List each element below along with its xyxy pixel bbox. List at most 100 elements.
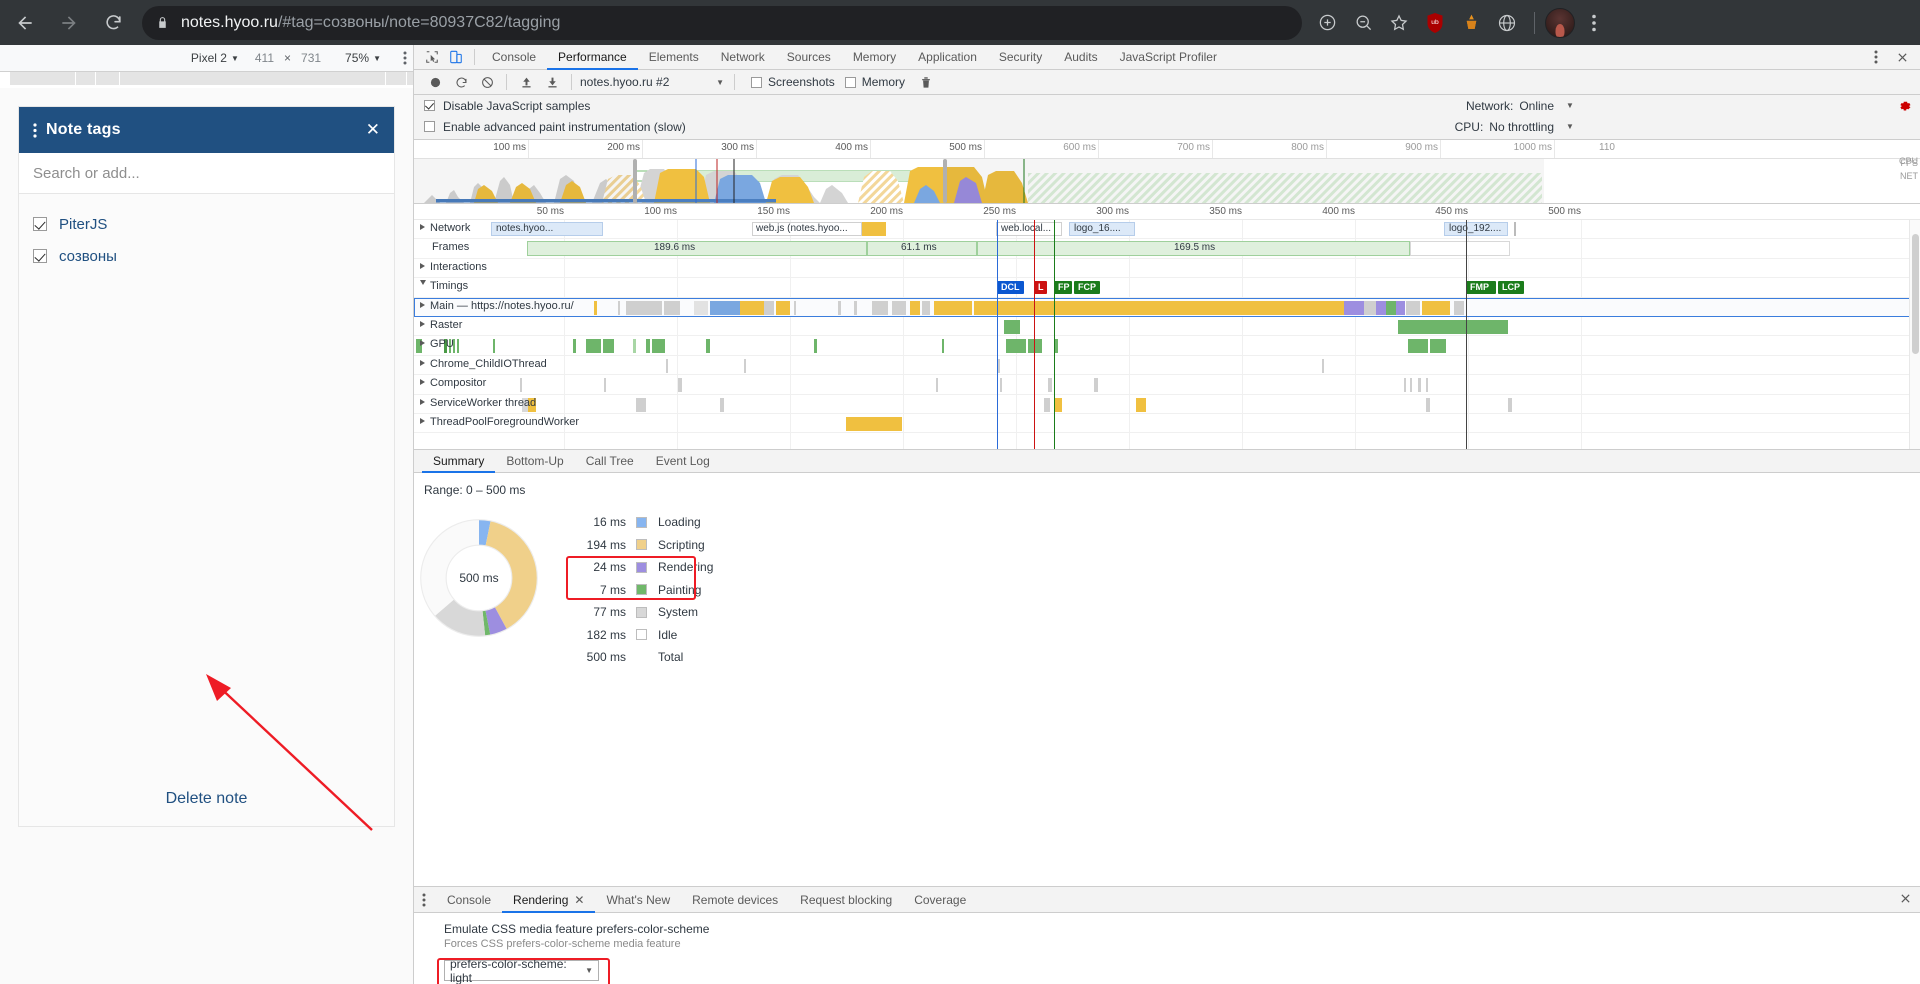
drawer-tab-close-icon[interactable]: ✕ (574, 887, 584, 913)
drawer-tab-whats-new[interactable]: What's New (595, 887, 681, 913)
expand-triangle-icon[interactable] (420, 340, 425, 347)
device-toolbar-icon[interactable] (444, 46, 468, 68)
close-icon[interactable]: ✕ (366, 120, 380, 140)
drawer-tab-console[interactable]: Console (436, 887, 502, 913)
bookmark-star-icon[interactable] (1382, 6, 1416, 40)
expand-triangle-icon[interactable] (420, 262, 425, 269)
forward-arrow-icon[interactable] (50, 4, 88, 42)
flame-chart[interactable]: 50 ms 100 ms 150 ms 200 ms 250 ms 300 ms… (414, 204, 1920, 450)
load-profile-icon[interactable] (513, 71, 539, 93)
drawer-close-icon[interactable] (1900, 892, 1920, 907)
settings-gear-icon[interactable] (1897, 99, 1912, 117)
track-chrome-childiothread[interactable]: Chrome_ChildIOThread (414, 356, 1920, 376)
track-network[interactable]: Network notes.hyoo... web.js (notes.hyoo… (414, 220, 1920, 240)
advanced-paint-row[interactable]: Enable advanced paint instrumentation (s… (414, 116, 1920, 137)
tab-audits[interactable]: Audits (1053, 45, 1108, 70)
collapse-triangle-icon[interactable] (420, 280, 426, 288)
drawer-tab-rendering[interactable]: Rendering ✕ (502, 887, 595, 913)
zoom-out-icon[interactable] (1346, 6, 1380, 40)
tag-checkbox[interactable] (33, 217, 47, 231)
device-height-input[interactable]: 731 (301, 51, 321, 65)
track-frames[interactable]: Frames 189.6 ms 61.1 ms 169.5 ms (414, 239, 1920, 259)
overview-graph[interactable]: CPU NET (414, 156, 1920, 203)
track-raster[interactable]: Raster (414, 317, 1920, 337)
tab-network[interactable]: Network (710, 45, 776, 70)
device-select[interactable]: Pixel 2 ▼ (191, 51, 239, 65)
track-threadpoolforegroundworker[interactable]: ThreadPoolForegroundWorker (414, 414, 1920, 434)
overview-right-handle[interactable] (943, 159, 947, 203)
expand-triangle-icon[interactable] (420, 398, 425, 405)
flame-scrollbar[interactable] (1909, 220, 1920, 449)
memory-checkbox[interactable] (844, 76, 856, 88)
delete-note-button[interactable]: Delete note (19, 790, 394, 826)
devtools-more-icon[interactable] (1864, 46, 1888, 68)
drawer-tab-remote-devices[interactable]: Remote devices (681, 887, 789, 913)
tag-item-piterjs[interactable]: PiterJS (19, 208, 394, 240)
profile-avatar[interactable] (1545, 7, 1575, 38)
track-compositor[interactable]: Compositor (414, 375, 1920, 395)
ublock-origin-icon[interactable]: ub (1418, 6, 1452, 40)
network-throttle-row[interactable]: Network: Online ▼ (1455, 95, 1580, 116)
track-main[interactable]: Main — https://notes.hyoo.ru/ (414, 297, 1920, 317)
advanced-paint-checkbox[interactable] (424, 121, 435, 132)
disable-js-samples-checkbox[interactable] (424, 100, 435, 111)
tab-elements[interactable]: Elements (638, 45, 710, 70)
expand-triangle-icon[interactable] (420, 301, 425, 308)
cpu-throttle-row[interactable]: CPU: No throttling ▼ (1455, 116, 1580, 137)
screenshots-toggle[interactable]: Screenshots (751, 75, 835, 89)
tab-console[interactable]: Console (481, 45, 547, 70)
track-interactions[interactable]: Interactions (414, 259, 1920, 279)
devtools-close-icon[interactable] (1890, 46, 1914, 68)
expand-triangle-icon[interactable] (420, 320, 425, 327)
expand-triangle-icon[interactable] (420, 224, 425, 230)
tab-performance[interactable]: Performance (547, 45, 638, 70)
back-arrow-icon[interactable] (6, 4, 44, 42)
track-serviceworker-thread[interactable]: ServiceWorker thread (414, 395, 1920, 414)
overview-left-handle[interactable] (633, 159, 637, 203)
tag-item-sozvony[interactable]: созвоны (19, 240, 394, 272)
tag-checkbox[interactable] (33, 249, 47, 263)
drawer-tab-request-blocking[interactable]: Request blocking (789, 887, 903, 913)
tab-application[interactable]: Application (907, 45, 988, 70)
record-circle-icon[interactable] (422, 71, 448, 93)
tab-javascript-profiler[interactable]: JavaScript Profiler (1109, 45, 1228, 70)
tab-bottom-up[interactable]: Bottom-Up (495, 450, 574, 473)
note-menu-icon[interactable] (33, 122, 37, 138)
recording-session-select[interactable]: notes.hyoo.ru #2 ▼ (578, 73, 728, 92)
expand-triangle-icon[interactable] (420, 379, 425, 386)
save-profile-icon[interactable] (539, 71, 565, 93)
device-width-input[interactable]: 411 (255, 51, 274, 65)
track-timings[interactable]: Timings DCL L FP FCP FMP LCP (414, 278, 1920, 298)
address-bar[interactable]: notes.hyoo.ru/#tag=созвоны/note=80937C82… (142, 5, 1302, 40)
tab-sources[interactable]: Sources (776, 45, 842, 70)
track-gpu[interactable]: GPU (414, 336, 1920, 356)
delete-icon[interactable] (913, 71, 939, 93)
clear-recording-icon[interactable] (474, 71, 500, 93)
tab-call-tree[interactable]: Call Tree (575, 450, 645, 473)
drawer-menu-icon[interactable] (422, 893, 426, 907)
memory-toggle[interactable]: Memory (844, 75, 905, 89)
kebab-menu-icon[interactable] (1577, 6, 1611, 40)
legend-value: 77 ms (593, 605, 626, 620)
timeline-overview[interactable]: 100 ms 200 ms 300 ms 400 ms 500 ms 600 m… (414, 140, 1920, 204)
disable-js-samples-row[interactable]: Disable JavaScript samples (414, 95, 1920, 116)
tab-memory[interactable]: Memory (842, 45, 907, 70)
tab-security[interactable]: Security (988, 45, 1053, 70)
scrollbar-thumb[interactable] (1912, 234, 1919, 354)
track-label: Compositor (420, 377, 486, 389)
device-more-options[interactable] (403, 51, 407, 65)
tab-event-log[interactable]: Event Log (645, 450, 721, 473)
tag-search-field[interactable]: Search or add... (19, 153, 394, 194)
inspect-element-icon[interactable] (420, 46, 444, 68)
drawer-tab-coverage[interactable]: Coverage (903, 887, 977, 913)
extension-icon[interactable] (1454, 6, 1488, 40)
reload-and-record-icon[interactable] (448, 71, 474, 93)
expand-triangle-icon[interactable] (420, 359, 425, 366)
screenshots-checkbox[interactable] (751, 76, 762, 88)
expand-triangle-icon[interactable] (420, 417, 425, 424)
globe-icon[interactable] (1490, 6, 1524, 40)
reload-icon[interactable] (94, 4, 132, 42)
device-zoom-select[interactable]: 75% ▼ (345, 51, 381, 65)
zoom-in-icon[interactable] (1310, 6, 1344, 40)
tab-summary[interactable]: Summary (422, 450, 495, 473)
